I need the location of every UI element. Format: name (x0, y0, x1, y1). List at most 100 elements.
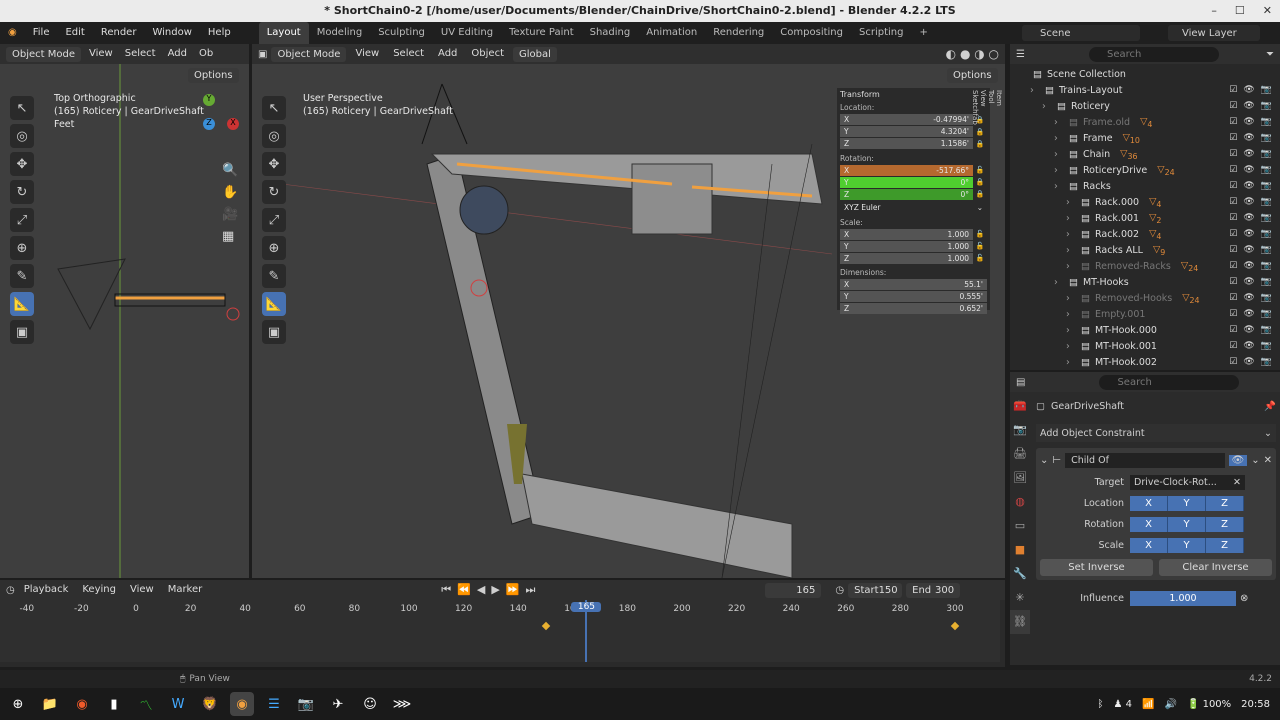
expand-chevron-icon[interactable]: › (1066, 357, 1076, 368)
output-tab-icon[interactable]: 🖨 (1010, 442, 1030, 466)
outliner-item[interactable]: › ▤ RoticeryDrive ▽24 ☑ 👁 📷 (1010, 162, 1280, 178)
rotate-tool-icon[interactable]: ↻ (262, 180, 286, 204)
terminal-icon[interactable]: ▮ (102, 692, 126, 716)
app-icon[interactable]: ✈ (326, 692, 350, 716)
blender-logo-icon[interactable]: ◉ (0, 22, 25, 44)
expand-chevron-icon[interactable]: › (1066, 341, 1076, 352)
battery-icon[interactable]: 🔋 100% (1187, 699, 1231, 710)
expand-chevron-icon[interactable]: › (1054, 133, 1064, 144)
measure-tool-icon[interactable]: 📐 (262, 292, 286, 316)
tool-tab-icon[interactable]: 🧰 (1010, 394, 1030, 418)
screenshot-icon[interactable]: 📷 (294, 692, 318, 716)
view-layer-selector[interactable]: View Layer (1168, 25, 1260, 41)
lock-icon[interactable]: 🔒 (973, 178, 987, 186)
scale-x-field[interactable]: X 1.000 (840, 228, 973, 240)
scale-tool-icon[interactable]: ⤢ (10, 208, 34, 232)
exclude-checkbox[interactable]: ☑ (1229, 149, 1237, 159)
rotation-z-field[interactable]: Z 0° (840, 188, 973, 200)
unlock-icon[interactable]: 🔓 (973, 166, 987, 174)
move-tool-icon[interactable]: ✥ (10, 152, 34, 176)
visibility-eye-icon[interactable]: 👁 (1243, 341, 1254, 351)
rotation-x-field[interactable]: X -517.66° (840, 164, 973, 176)
navigation-gizmo[interactable]: Y Z X (195, 92, 239, 152)
camera-icon[interactable]: 🎥 (222, 204, 238, 226)
brave-icon[interactable]: 🦁 (198, 692, 222, 716)
expand-chevron-icon[interactable]: › (1066, 213, 1076, 224)
render-camera-icon[interactable]: 📷 (1261, 325, 1272, 335)
world-tab-icon[interactable]: ◍ (1010, 490, 1030, 514)
location-axis-toggle[interactable]: X (1130, 495, 1168, 511)
unlock-icon[interactable]: 🔓 (973, 254, 987, 262)
visibility-eye-icon[interactable]: 👁 (1243, 293, 1254, 303)
collection-tab-icon[interactable]: ▭ (1010, 514, 1030, 538)
exclude-checkbox[interactable]: ☑ (1229, 309, 1237, 319)
cursor-tool-icon[interactable]: ◎ (10, 124, 34, 148)
exclude-checkbox[interactable]: ☑ (1229, 213, 1237, 223)
playback-controls[interactable]: ⏮⏪◀▶⏩⏭ (441, 583, 541, 597)
object-tab-icon[interactable]: ■ (1010, 538, 1030, 562)
lock-icon[interactable]: 🔒 (973, 128, 987, 136)
close-button[interactable]: ✕ (1263, 0, 1272, 22)
outliner-editor-icon[interactable]: ☰ (1016, 49, 1025, 60)
timeline-area[interactable]: -40-200204060801001201401601802002202402… (0, 600, 1000, 662)
clear-inverse-button[interactable]: Clear Inverse (1159, 559, 1272, 576)
maximize-button[interactable]: ☐ (1235, 0, 1245, 22)
location-axis-toggle[interactable]: Z (1206, 495, 1244, 511)
render-camera-icon[interactable]: 📷 (1261, 341, 1272, 351)
visibility-eye-icon[interactable]: 👁 (1243, 165, 1254, 175)
visibility-eye-icon[interactable]: 👁 (1243, 309, 1254, 319)
visibility-eye-icon[interactable]: 👁 (1243, 181, 1254, 191)
timeline-editor-icon[interactable]: ◷ (6, 585, 15, 596)
expand-chevron-icon[interactable]: › (1054, 117, 1064, 128)
exclude-checkbox[interactable]: ☑ (1229, 357, 1237, 367)
exclude-checkbox[interactable]: ☑ (1229, 101, 1237, 111)
expand-chevron-icon[interactable]: › (1066, 229, 1076, 240)
location-y-field[interactable]: Y 4.3204' (840, 126, 973, 138)
tab-animation[interactable]: Animation (638, 22, 705, 44)
outliner-item[interactable]: ▤ Scene Collection (1010, 66, 1280, 82)
exclude-checkbox[interactable]: ☑ (1229, 85, 1237, 95)
menu-view[interactable]: View (125, 579, 159, 601)
tab-item[interactable]: Item (995, 90, 1003, 117)
render-camera-icon[interactable]: 📷 (1261, 165, 1272, 175)
outliner-item[interactable]: › ▤ Racks ALL ▽9 ☑ 👁 📷 (1010, 242, 1280, 258)
tab-view[interactable]: View (979, 90, 987, 117)
menu-render[interactable]: Render (93, 22, 145, 44)
tab-texture-paint[interactable]: Texture Paint (501, 22, 582, 44)
playhead[interactable]: 165 (571, 600, 602, 662)
render-camera-icon[interactable]: 📷 (1261, 261, 1272, 271)
measure-tool-icon[interactable]: 📐 (10, 292, 34, 316)
select-tool-icon[interactable]: ↖ (10, 96, 34, 120)
expand-chevron-icon[interactable]: › (1054, 149, 1064, 160)
outliner-item[interactable]: › ▤ Frame.old ▽4 ☑ 👁 📷 (1010, 114, 1280, 130)
expand-chevron-icon[interactable]: › (1066, 261, 1076, 272)
volume-icon[interactable]: 🔊 (1164, 699, 1176, 710)
outliner-item[interactable]: › ▤ MT-Hook.000 ☑ 👁 📷 (1010, 322, 1280, 338)
render-camera-icon[interactable]: 📷 (1261, 293, 1272, 303)
render-camera-icon[interactable]: 📷 (1261, 309, 1272, 319)
target-field[interactable]: Drive-Clock-Rot... ✕ (1130, 474, 1245, 490)
menu-help[interactable]: Help (200, 22, 239, 44)
outliner-item[interactable]: › ▤ MT-Hook.001 ☑ 👁 📷 (1010, 338, 1280, 354)
start-frame-field[interactable]: Start 150 (848, 582, 903, 598)
scale-axis-toggle[interactable]: Z (1206, 537, 1244, 553)
tab-shading[interactable]: Shading (582, 22, 639, 44)
visibility-eye-icon[interactable]: 👁 (1243, 85, 1254, 95)
visibility-eye-icon[interactable]: 👁 (1243, 277, 1254, 287)
end-frame-field[interactable]: End 300 (906, 582, 961, 598)
render-camera-icon[interactable]: 📷 (1261, 181, 1272, 191)
notes-icon[interactable]: ☰ (262, 692, 286, 716)
properties-search-input[interactable]: Search (1099, 374, 1240, 390)
outliner-item[interactable]: › ▤ Rack.001 ▽2 ☑ 👁 📷 (1010, 210, 1280, 226)
influence-slider[interactable]: 1.000 (1130, 590, 1236, 606)
menu-window[interactable]: Window (144, 22, 199, 44)
expand-chevron-icon[interactable]: › (1066, 309, 1076, 320)
menu-playback[interactable]: Playback (19, 579, 74, 601)
visibility-eye-icon[interactable]: 👁 (1243, 117, 1254, 127)
tab-layout[interactable]: Layout (258, 22, 309, 44)
add-object-constraint-dropdown[interactable]: Add Object Constraint ⌄ (1036, 424, 1276, 442)
outliner-search-input[interactable]: Search (1088, 46, 1219, 62)
keyframe-marker[interactable] (541, 621, 550, 631)
current-frame-field[interactable]: 165 (765, 582, 822, 598)
render-tab-icon[interactable]: 📷 (1010, 418, 1030, 442)
